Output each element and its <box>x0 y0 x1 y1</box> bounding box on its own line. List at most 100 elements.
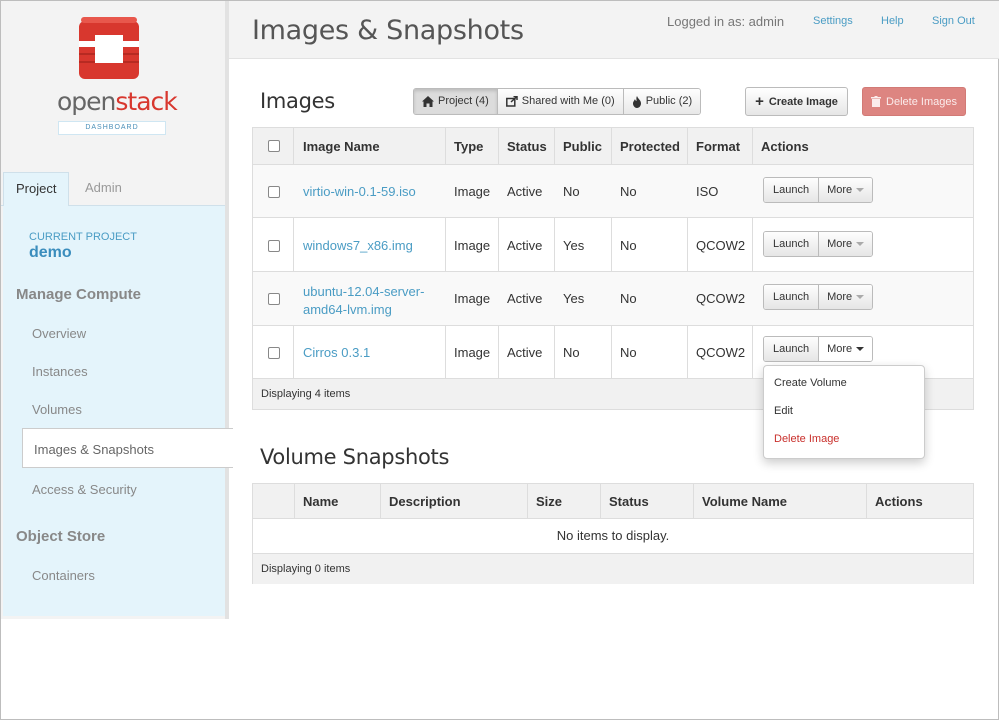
home-icon <box>422 96 434 107</box>
image-name-line: ubuntu-12.04-server- <box>303 284 425 299</box>
filter-public-label: Public (2) <box>645 95 693 107</box>
column-size[interactable]: Size <box>536 494 562 509</box>
tab-admin[interactable]: Admin <box>73 172 134 206</box>
openstack-logo-icon <box>79 17 139 79</box>
sign-out-link[interactable]: Sign Out <box>932 15 975 27</box>
column-protected[interactable]: Protected <box>620 139 680 154</box>
row-checkbox[interactable] <box>268 240 280 252</box>
sidebar-item-instances[interactable]: Instances <box>32 364 88 379</box>
image-protected: No <box>620 238 637 253</box>
launch-button[interactable]: Launch <box>764 285 819 309</box>
volume-snapshots-heading: Volume Snapshots <box>260 445 450 469</box>
column-actions: Actions <box>875 494 923 509</box>
more-label: More <box>827 291 853 303</box>
column-divider <box>693 484 694 519</box>
table-row: ubuntu-12.04-server- amd64-lvm.img Image… <box>253 272 973 326</box>
image-status: Active <box>507 291 543 306</box>
sidebar-item-overview[interactable]: Overview <box>32 326 86 341</box>
image-status: Active <box>507 184 543 199</box>
sidebar-item-images-snapshots[interactable]: Images & Snapshots <box>22 428 233 468</box>
row-checkbox[interactable] <box>268 347 280 359</box>
column-divider <box>866 484 867 519</box>
image-status: Active <box>507 238 543 253</box>
filter-shared-label: Shared with Me (0) <box>521 95 615 107</box>
sidebar-item-access-security[interactable]: Access & Security <box>32 482 137 497</box>
image-public: Yes <box>563 238 585 253</box>
image-filter-group: Project (4) Shared with Me (0) Public (2… <box>413 88 702 115</box>
caret-down-icon <box>856 347 865 351</box>
more-button[interactable]: More <box>818 178 873 202</box>
launch-button[interactable]: Launch <box>764 337 819 361</box>
column-public[interactable]: Public <box>563 139 602 154</box>
image-format: QCOW2 <box>696 345 746 360</box>
column-image-name[interactable]: Image Name <box>303 139 380 154</box>
logo-badge: DASHBOARD <box>58 121 166 135</box>
app-window: openstack DASHBOARD Project Admin CURREN… <box>0 0 999 720</box>
delete-images-label: Delete Images <box>886 95 957 108</box>
more-label: More <box>827 238 853 250</box>
section-object-store[interactable]: Object Store <box>16 528 105 545</box>
column-divider <box>600 484 601 519</box>
image-protected: No <box>620 345 637 360</box>
more-button[interactable]: More <box>818 285 873 309</box>
column-divider <box>294 484 295 519</box>
row-actions: Launch More <box>763 336 874 362</box>
settings-link[interactable]: Settings <box>813 15 853 27</box>
filter-public-button[interactable]: Public (2) <box>623 89 701 114</box>
column-actions: Actions <box>761 139 809 154</box>
more-button[interactable]: More <box>818 232 873 256</box>
image-public: Yes <box>563 291 585 306</box>
row-checkbox[interactable] <box>268 293 280 305</box>
volume-snapshots-table: Name Description Size Status Volume Name… <box>252 483 974 584</box>
current-project-label: CURRENT PROJECT <box>29 231 137 243</box>
select-all-checkbox[interactable] <box>268 140 280 152</box>
delete-images-button[interactable]: Delete Images <box>862 87 966 116</box>
logged-in-user: Logged in as: admin <box>667 14 785 29</box>
fire-icon <box>632 95 641 108</box>
column-type[interactable]: Type <box>454 139 483 154</box>
page-title: Images & Snapshots <box>252 15 524 46</box>
image-protected: No <box>620 184 637 199</box>
tab-project[interactable]: Project <box>3 172 69 206</box>
sidebar-item-volumes[interactable]: Volumes <box>32 402 82 417</box>
create-volume-menu-item[interactable]: Create Volume <box>774 377 847 389</box>
image-protected: No <box>620 291 637 306</box>
image-name-link[interactable]: virtio-win-0.1-59.iso <box>303 184 416 199</box>
current-project-name[interactable]: demo <box>29 244 72 262</box>
images-table-header: Image Name Type Status Public Protected … <box>253 128 973 165</box>
more-label: More <box>827 184 853 196</box>
section-manage-compute[interactable]: Manage Compute <box>16 286 141 303</box>
image-name-link[interactable]: Cirros 0.3.1 <box>303 345 370 360</box>
column-status[interactable]: Status <box>507 139 547 154</box>
caret-down-icon <box>856 188 865 192</box>
edit-menu-item[interactable]: Edit <box>774 405 793 417</box>
plus-icon: + <box>755 93 764 110</box>
column-status[interactable]: Status <box>609 494 649 509</box>
sidebar: openstack DASHBOARD Project Admin CURREN… <box>1 1 229 619</box>
sidebar-item-label: Images & Snapshots <box>34 442 154 457</box>
page-header: Images & Snapshots Logged in as: admin S… <box>229 1 999 59</box>
column-format[interactable]: Format <box>696 139 740 154</box>
openstack-logo[interactable]: openstack DASHBOARD <box>57 15 178 140</box>
image-format: QCOW2 <box>696 291 746 306</box>
filter-shared-button[interactable]: Shared with Me (0) <box>497 89 624 114</box>
sidebar-item-containers[interactable]: Containers <box>32 568 95 583</box>
filter-project-button[interactable]: Project (4) <box>414 89 498 114</box>
column-description[interactable]: Description <box>389 494 461 509</box>
launch-button[interactable]: Launch <box>764 178 819 202</box>
delete-image-menu-item[interactable]: Delete Image <box>774 433 839 445</box>
column-volume-name[interactable]: Volume Name <box>702 494 787 509</box>
create-image-button[interactable]: + Create Image <box>745 87 848 116</box>
image-name-link[interactable]: windows7_x86.img <box>303 238 413 253</box>
image-name-line: amd64-lvm.img <box>303 302 392 317</box>
image-name-link[interactable]: ubuntu-12.04-server- amd64-lvm.img <box>303 283 424 319</box>
filter-project-label: Project (4) <box>438 95 489 107</box>
create-image-label: Create Image <box>768 95 838 108</box>
image-public: No <box>563 345 580 360</box>
row-checkbox[interactable] <box>268 186 280 198</box>
column-name[interactable]: Name <box>303 494 338 509</box>
more-button[interactable]: More <box>818 337 873 361</box>
table-row: virtio-win-0.1-59.iso Image Active No No… <box>253 165 973 218</box>
launch-button[interactable]: Launch <box>764 232 819 256</box>
help-link[interactable]: Help <box>881 15 904 27</box>
